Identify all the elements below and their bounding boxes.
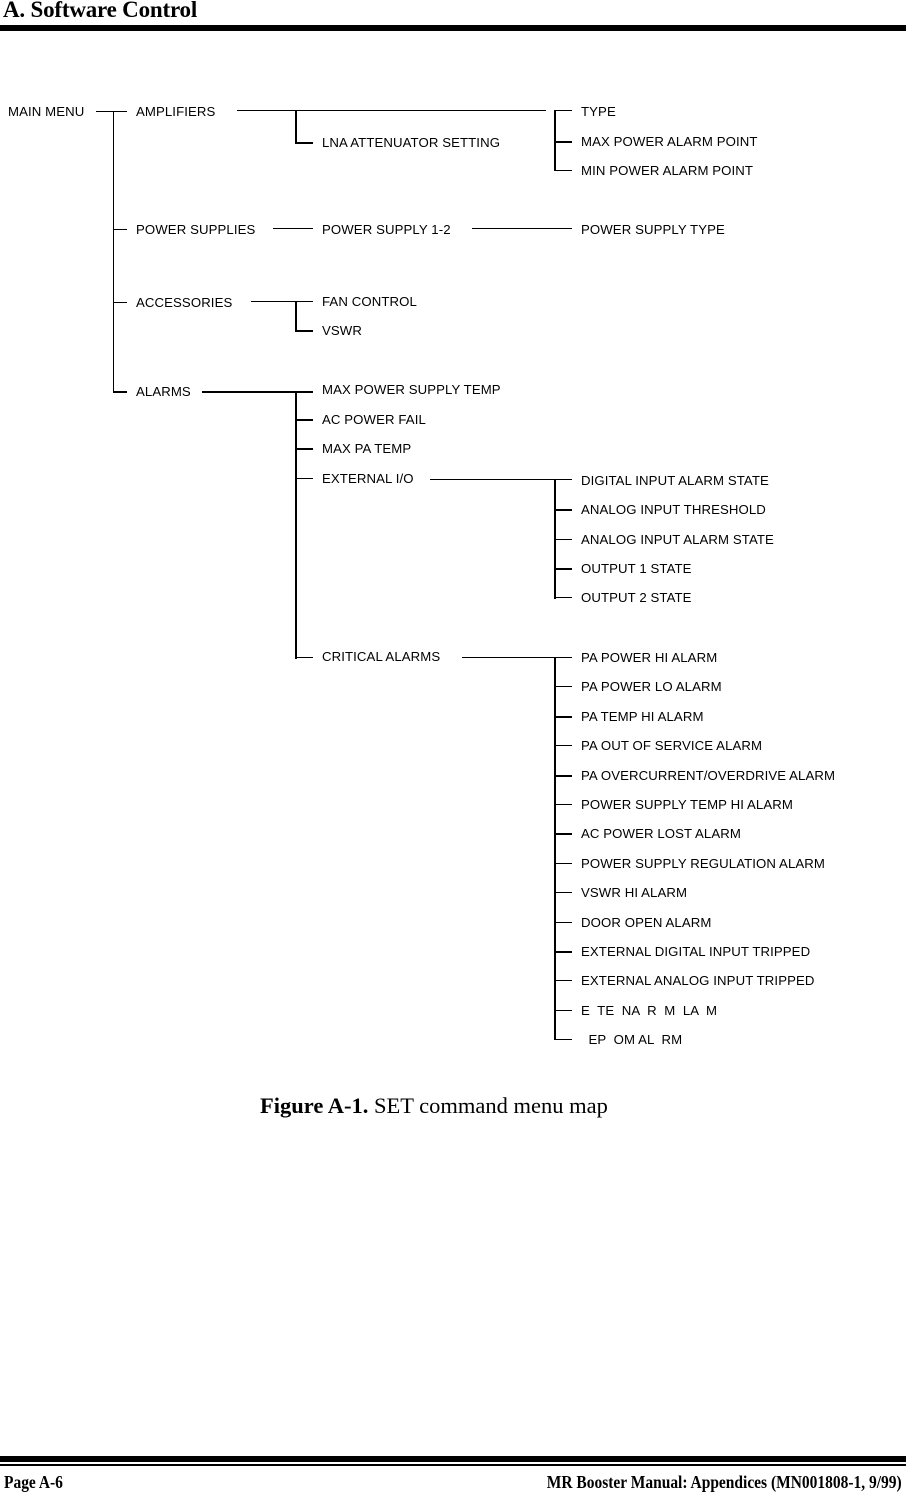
footer-rule-thin	[0, 1464, 906, 1466]
branch-critical-alarm	[556, 804, 572, 805]
connector-accessories	[251, 301, 313, 302]
node-external-io: EXTERNAL I/O	[322, 471, 414, 486]
node-critical-alarm: PA TEMP HI ALARM	[581, 709, 704, 724]
node-critical-alarm: POWER SUPPLY TEMP HI ALARM	[581, 797, 793, 812]
footer-rule-thick	[0, 1456, 906, 1462]
node-critical-alarm: PA OVERCURRENT/OVERDRIVE ALARM	[581, 768, 836, 783]
figure-title: SET command menu map	[368, 1093, 608, 1118]
node-critical-alarm: EXTERNAL ANALOG INPUT TRIPPED	[581, 973, 815, 988]
branch-min-power-alarm-point	[554, 170, 572, 171]
connector-power-supply-type	[472, 228, 572, 229]
branch-critical-alarm	[556, 716, 572, 718]
node-digital-input-alarm-state: DIGITAL INPUT ALARM STATE	[581, 473, 769, 488]
branch-critical-alarm	[556, 833, 572, 835]
node-main-menu: MAIN MENU	[8, 104, 85, 119]
figure-caption: Figure A-1. SET command menu map	[260, 1093, 608, 1119]
branch-analog-input-alarm-state	[556, 539, 572, 540]
branch-vswr	[295, 330, 313, 332]
branch-critical-alarm	[556, 863, 572, 864]
node-min-power-alarm-point: MIN POWER ALARM POINT	[581, 163, 754, 178]
node-critical-alarm: EP OM AL RM	[581, 1032, 683, 1047]
node-accessories: ACCESSORIES	[136, 295, 233, 310]
branch-accessories	[113, 302, 127, 303]
branch-critical-alarm	[556, 1010, 572, 1011]
branch-amplifiers	[113, 111, 127, 112]
node-critical-alarm: AC POWER LOST ALARM	[581, 826, 741, 841]
node-output-2-state: OUTPUT 2 STATE	[581, 590, 692, 605]
branch-critical-alarm	[556, 686, 572, 687]
branch-critical-alarm	[556, 892, 572, 893]
node-max-power-alarm-point: MAX POWER ALARM POINT	[581, 134, 758, 149]
node-power-supply-type: POWER SUPPLY TYPE	[581, 222, 725, 237]
node-critical-alarm: POWER SUPPLY REGULATION ALARM	[581, 856, 825, 871]
node-max-pa-temp: MAX PA TEMP	[322, 441, 412, 456]
connector-power-supplies	[273, 228, 313, 229]
trunk-accessories	[295, 301, 297, 332]
node-critical-alarms: CRITICAL ALARMS	[322, 649, 441, 664]
trunk-critical-alarms	[554, 657, 556, 1040]
branch-lna-attenuator	[295, 142, 313, 144]
branch-max-power-alarm-point	[554, 141, 572, 143]
branch-critical-alarm	[556, 922, 572, 923]
connector-external-io	[430, 479, 572, 480]
branch-critical-alarm	[556, 745, 572, 746]
node-ac-power-fail: AC POWER FAIL	[322, 412, 426, 427]
branch-power-supplies	[113, 229, 127, 230]
node-alarms: ALARMS	[136, 384, 191, 399]
branch-type	[554, 110, 572, 111]
branch-output-2-state	[556, 597, 572, 598]
branch-max-pa-temp	[297, 448, 313, 450]
node-critical-alarm: VSWR HI ALARM	[581, 885, 688, 900]
trunk-alarms	[295, 391, 297, 659]
node-critical-alarm: EXTERNAL DIGITAL INPUT TRIPPED	[581, 944, 811, 959]
branch-critical-alarms	[297, 657, 313, 658]
branch-critical-alarm	[556, 1039, 572, 1040]
node-critical-alarm: PA POWER HI ALARM	[581, 650, 718, 665]
node-critical-alarm: PA OUT OF SERVICE ALARM	[581, 738, 763, 753]
footer-document-title: MR Booster Manual: Appendices (MN001808-…	[547, 1472, 902, 1492]
node-output-1-state: OUTPUT 1 STATE	[581, 561, 692, 576]
node-analog-input-threshold: ANALOG INPUT THRESHOLD	[581, 502, 766, 517]
footer-page-number: Page A-6	[4, 1472, 63, 1492]
branch-critical-alarm	[556, 980, 572, 981]
branch-critical-alarm	[556, 951, 572, 953]
node-fan-control: FAN CONTROL	[322, 294, 417, 309]
connector-amplifiers	[237, 110, 546, 111]
figure-label: Figure A-1.	[260, 1093, 369, 1118]
node-power-supplies: POWER SUPPLIES	[136, 222, 256, 237]
node-type: TYPE	[581, 104, 616, 119]
branch-analog-input-threshold	[556, 509, 572, 511]
node-critical-alarm: PA POWER LO ALARM	[581, 679, 722, 694]
node-analog-input-alarm-state: ANALOG INPUT ALARM STATE	[581, 532, 774, 547]
branch-external-io	[297, 478, 313, 479]
node-critical-alarm: DOOR OPEN ALARM	[581, 915, 712, 930]
node-power-supply-1-2: POWER SUPPLY 1-2	[322, 222, 451, 237]
branch-critical-alarm	[556, 775, 572, 777]
node-lna-attenuator-setting: LNA ATTENUATOR SETTING	[322, 135, 501, 150]
branch-output-1-state	[556, 568, 572, 570]
trunk-amplifiers-lna	[295, 110, 297, 144]
node-amplifiers: AMPLIFIERS	[136, 104, 216, 119]
node-critical-alarm: E TE NA R M LA M	[581, 1003, 718, 1018]
trunk-main-menu	[113, 111, 114, 392]
branch-alarms	[113, 391, 127, 393]
branch-ac-power-fail	[297, 419, 313, 421]
node-vswr: VSWR	[322, 323, 362, 338]
set-command-menu-map: MAIN MENU AMPLIFIERS POWER SUPPLIES ACCE…	[0, 0, 906, 1080]
node-max-power-supply-temp: MAX POWER SUPPLY TEMP	[322, 382, 501, 397]
